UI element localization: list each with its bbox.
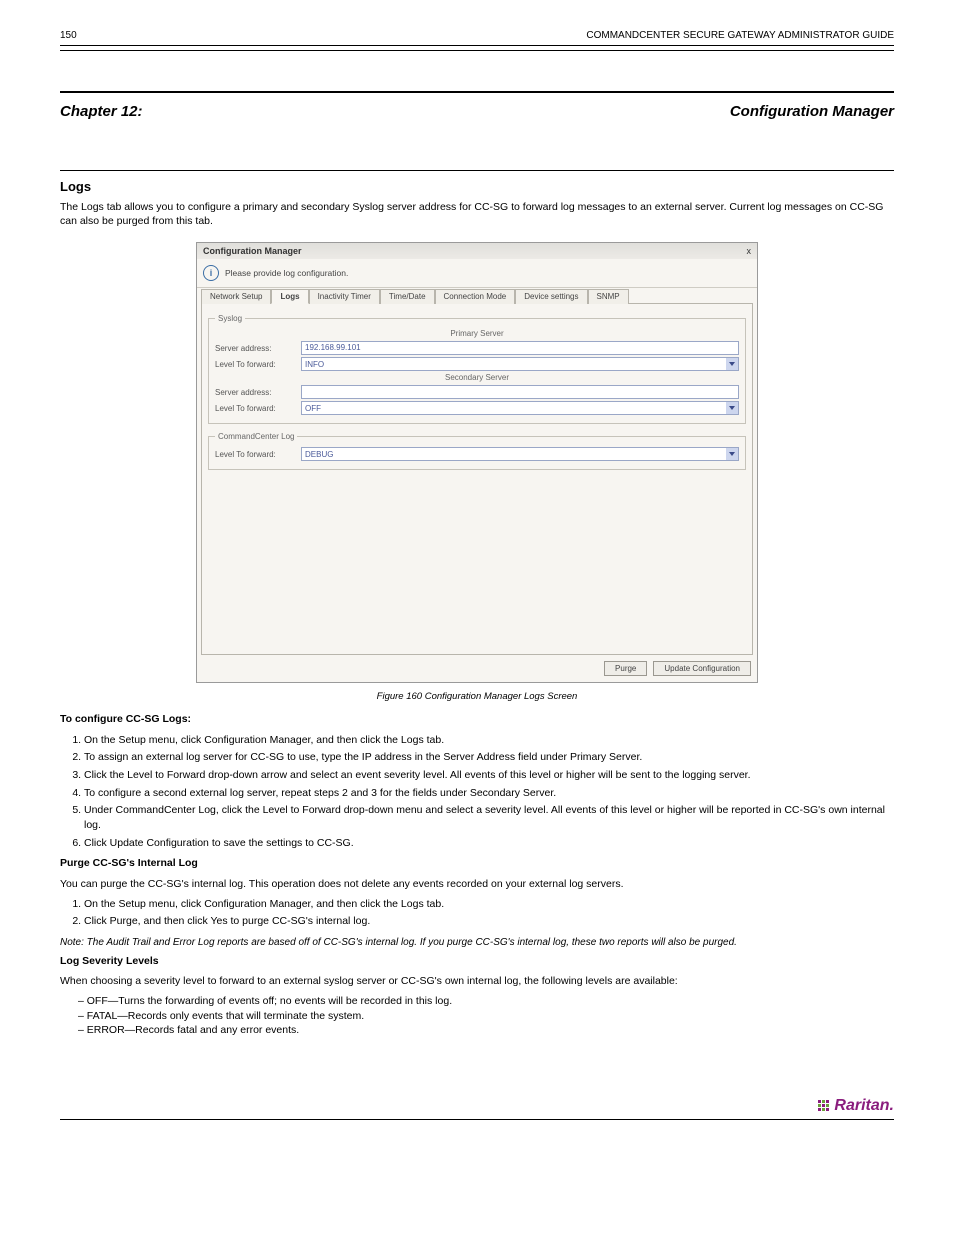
brand-text: Raritan. (834, 1097, 894, 1115)
section-rule (60, 170, 894, 171)
section-heading: Logs (60, 179, 894, 194)
secondary-server-heading: Secondary Server (215, 373, 739, 382)
info-text: Please provide log configuration. (225, 268, 348, 278)
list-item: To assign an external log server for CC-… (84, 750, 894, 765)
tab-bar: Network Setup Logs Inactivity Timer Time… (197, 288, 757, 303)
primary-level-select[interactable]: INFO (301, 357, 739, 371)
tab-connection-mode[interactable]: Connection Mode (435, 289, 516, 304)
cc-log-legend: CommandCenter Log (215, 432, 297, 441)
tab-device-settings[interactable]: Device settings (515, 289, 587, 304)
cc-level-select[interactable]: DEBUG (301, 447, 739, 461)
secondary-address-label: Server address: (215, 388, 297, 397)
page-number: 150 (60, 30, 77, 41)
primary-server-heading: Primary Server (215, 329, 739, 338)
cc-level-label: Level To forward: (215, 450, 297, 459)
severity-heading: Log Severity Levels (60, 954, 894, 968)
list-item: Click Purge, and then click Yes to purge… (84, 914, 894, 929)
chevron-down-icon (726, 448, 738, 460)
tab-snmp[interactable]: SNMP (588, 289, 629, 304)
update-config-button[interactable]: Update Configuration (653, 661, 751, 676)
tab-logs[interactable]: Logs (271, 289, 308, 304)
tab-inactivity-timer[interactable]: Inactivity Timer (309, 289, 380, 304)
chapter-rule (60, 91, 894, 93)
syslog-legend: Syslog (215, 314, 245, 323)
primary-address-input[interactable]: 192.168.99.101 (301, 341, 739, 355)
purge-steps: On the Setup menu, click Configuration M… (60, 897, 894, 929)
tab-network-setup[interactable]: Network Setup (201, 289, 271, 304)
brand-logo: Raritan. (818, 1097, 894, 1115)
list-item: Under CommandCenter Log, click the Level… (84, 803, 894, 832)
tab-time-date[interactable]: Time/Date (380, 289, 435, 304)
footer-rule (60, 1119, 894, 1120)
list-item: OFF—Turns the forwarding of events off; … (78, 994, 894, 1008)
close-icon[interactable]: x (747, 246, 752, 256)
secondary-address-input[interactable] (301, 385, 739, 399)
figure-caption: Figure 160 Configuration Manager Logs Sc… (60, 691, 894, 702)
primary-level-label: Level To forward: (215, 360, 297, 369)
purge-heading: Purge CC-SG's Internal Log (60, 856, 894, 870)
purge-button[interactable]: Purge (604, 661, 647, 676)
severity-list: OFF—Turns the forwarding of events off; … (60, 994, 894, 1037)
list-item: To configure a second external log serve… (84, 786, 894, 801)
configure-logs-steps: On the Setup menu, click Configuration M… (60, 733, 894, 851)
config-manager-window: Configuration Manager x i Please provide… (196, 242, 758, 683)
cc-log-group: CommandCenter Log Level To forward: DEBU… (208, 432, 746, 470)
info-icon: i (203, 265, 219, 281)
header-rule (60, 45, 894, 51)
configure-logs-heading: To configure CC-SG Logs: (60, 712, 894, 726)
primary-address-label: Server address: (215, 344, 297, 353)
list-item: On the Setup menu, click Configuration M… (84, 897, 894, 912)
secondary-level-select[interactable]: OFF (301, 401, 739, 415)
chevron-down-icon (726, 358, 738, 370)
note-text: Note: The Audit Trail and Error Log repo… (60, 937, 894, 948)
severity-intro: When choosing a severity level to forwar… (60, 974, 894, 988)
list-item: Click Update Configuration to save the s… (84, 836, 894, 851)
chapter-number: Chapter 12: (60, 103, 143, 120)
window-title: Configuration Manager (203, 246, 302, 256)
section-intro: The Logs tab allows you to configure a p… (60, 200, 894, 228)
syslog-group: Syslog Primary Server Server address: 19… (208, 314, 746, 424)
chevron-down-icon (726, 402, 738, 414)
chapter-title: Configuration Manager (730, 103, 894, 120)
manual-title: COMMANDCENTER SECURE GATEWAY ADMINISTRAT… (586, 30, 894, 41)
purge-intro: You can purge the CC-SG's internal log. … (60, 877, 894, 891)
brand-dots-icon (818, 1100, 829, 1111)
list-item: ERROR—Records fatal and any error events… (78, 1023, 894, 1037)
list-item: FATAL—Records only events that will term… (78, 1009, 894, 1023)
list-item: On the Setup menu, click Configuration M… (84, 733, 894, 748)
secondary-level-label: Level To forward: (215, 404, 297, 413)
list-item: Click the Level to Forward drop-down arr… (84, 768, 894, 783)
